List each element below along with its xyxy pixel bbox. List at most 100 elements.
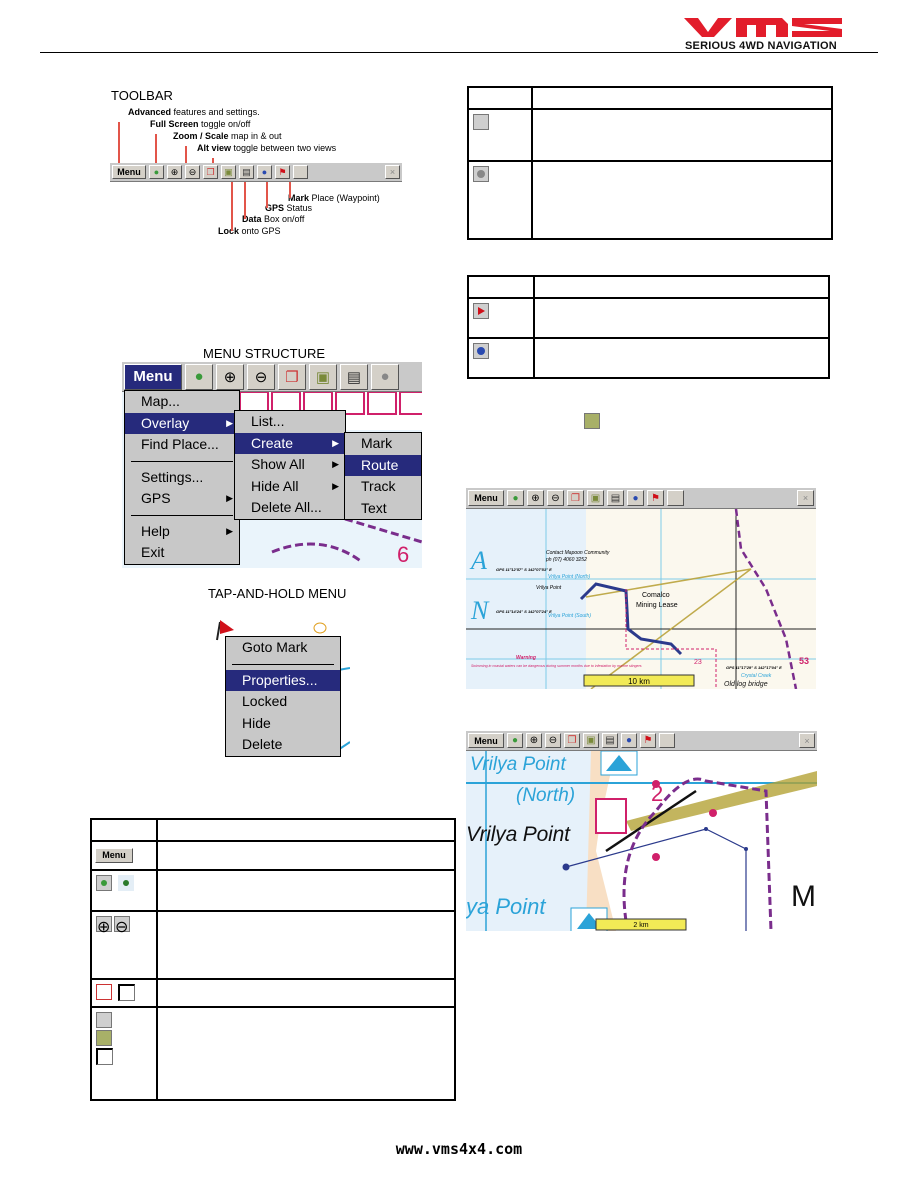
zoom-out-icon: ⊖ [551,492,560,504]
tap-menu-item-hide[interactable]: Hide [226,713,340,735]
map-screenshot-10km: Menu ● ⊕ ⊖ ❐ ▣ ▤ ● ⚑ × A N Contact Mapoon Communi… [466,488,816,689]
tap-menu-item-properties[interactable]: Properties... [226,669,340,691]
full-screen-button[interactable]: ● [507,733,523,748]
overlay-item-hide-all[interactable]: Hide All ▶ [235,476,345,498]
mark-flag-button[interactable]: ⚑ [275,165,290,179]
full-screen-button[interactable]: ● [185,363,213,390]
full-screen-button[interactable]: ● [507,490,524,506]
full-screen-button[interactable]: ● [149,165,164,179]
lock-active-icon [96,1048,113,1065]
gps-status-button[interactable]: ● [627,490,644,506]
menu-item-label: Create [251,434,294,451]
footer-url[interactable]: www.vms4x4.com [0,1140,918,1158]
gps-status-button[interactable]: ● [371,363,399,390]
zoom-out-button[interactable]: ⊖ [247,363,275,390]
map1-label: Vrilya Point (North) [548,574,590,580]
lock-gps-button[interactable]: ▣ [309,363,337,390]
menu-item-label: Delete [242,736,283,752]
menu-item-gps[interactable]: GPS ▶ [125,488,239,510]
tap-hold-screenshot: Goto Mark Properties... Locked Hide Delete [210,610,350,764]
alt-view-button[interactable]: ❐ [564,733,580,748]
data-box-button[interactable]: ▤ [239,165,254,179]
lock-on-icon [96,1030,112,1046]
lock-gps-button[interactable]: ▣ [583,733,599,748]
menu-item-settings[interactable]: Settings... [125,467,239,489]
lock-gps-button[interactable]: ▣ [587,490,604,506]
zoom-in-button[interactable]: ⊕ [526,733,542,748]
menu-item-overlay[interactable]: Overlay ▶ [125,412,239,434]
tap-menu-item-delete[interactable]: Delete [226,734,340,756]
map1-gps-label: GPS 11°12'57" S 142°07'51" E [496,567,552,572]
data-box-icon: ▤ [242,166,251,177]
submenu-arrow-icon: ▶ [332,459,339,469]
zoom-out-button[interactable]: ⊖ [185,165,200,179]
overlay-item-create[interactable]: Create ▶ [235,432,345,454]
annotation-text: features and settings. [171,107,260,117]
gps-status-button[interactable]: ● [257,165,272,179]
map1-label: 53 [799,656,809,666]
tap-hold-menu: Goto Mark Properties... Locked Hide Delete [225,636,341,757]
menu-item-label: GPS [141,490,171,506]
annotation-text: Status [284,203,313,213]
toolbar-annotation: Data Box on/off [242,214,304,224]
menu-item-map[interactable]: Map... [125,391,239,413]
toolbar-annotation: Full Screen toggle on/off [150,119,250,129]
data-box-button[interactable]: ▤ [602,733,618,748]
data-box-button[interactable]: ▤ [340,363,368,390]
data-box-icon: ▤ [610,492,621,504]
alt-view-button[interactable]: ❐ [203,165,218,179]
close-button[interactable]: × [797,490,814,506]
menu-button[interactable]: Menu [468,733,504,748]
alt-view-button[interactable]: ❐ [278,363,306,390]
logo-tagline: SERIOUS 4WD NAVIGATION [685,40,837,52]
gps-status-button[interactable]: ● [621,733,637,748]
zoom-in-icon: ⊕ [170,166,179,177]
overlay-item-list[interactable]: List... [235,411,345,433]
submenu-arrow-icon: ▶ [226,417,233,428]
blank-button[interactable] [667,490,684,506]
map2-canvas: 2 Vrilya Point (North) ya Point Vrilya P… [466,751,817,931]
lock-off-icon [96,1012,112,1028]
blank-button[interactable] [659,733,675,748]
tap-menu-item-locked[interactable]: Locked [226,691,340,713]
menu-item-label: Delete All... [251,499,322,515]
overlay-item-show-all[interactable]: Show All ▶ [235,454,345,476]
menu-item-label: Settings... [141,468,204,485]
close-button[interactable]: × [385,165,400,179]
data-box-button[interactable]: ▤ [607,490,624,506]
toolbar-annotation: Lock onto GPS [218,226,281,236]
create-item-track[interactable]: Track [345,476,421,498]
menu-button-sample: Menu [90,840,158,871]
mark-flag-button[interactable]: ⚑ [640,733,656,748]
zoom-in-button[interactable]: ⊕ [527,490,544,506]
mark-flag-icon: ⚑ [643,735,653,746]
map1-warning-text: Swimming in coastal waters can be danger… [471,664,642,668]
create-item-route[interactable]: Route [345,454,421,476]
zoom-in-icon: ⊕ [531,492,540,504]
lock-gps-button[interactable]: ▣ [221,165,236,179]
tap-menu-item-goto-mark[interactable]: Goto Mark [226,637,340,659]
create-item-text[interactable]: Text [345,498,421,520]
lock-gps-icon [584,413,600,429]
menu-item-find-place[interactable]: Find Place... [125,434,239,456]
annotation-keyword: Alt view [197,143,232,153]
create-item-mark[interactable]: Mark [345,433,421,455]
menu-button[interactable]: Menu [124,363,182,390]
blank-button[interactable] [293,165,308,179]
map2-label: ya Point [466,894,546,919]
menu-button[interactable]: Menu [468,490,504,506]
map1-label: ph (07) 4060 3252 [545,557,587,563]
zoom-out-button[interactable]: ⊖ [547,490,564,506]
overlay-item-delete-all[interactable]: Delete All... [235,497,345,519]
close-button[interactable]: × [799,733,815,748]
menu-button[interactable]: Menu [112,165,146,179]
alt-view-button[interactable]: ❐ [567,490,584,506]
mark-flag-button[interactable]: ⚑ [647,490,664,506]
zoom-in-button[interactable]: ⊕ [216,363,244,390]
zoom-in-button[interactable]: ⊕ [167,165,182,179]
menu-item-help[interactable]: Help ▶ [125,521,239,543]
zoom-out-button[interactable]: ⊖ [545,733,561,748]
menu-separator [131,460,233,462]
menu-item-label: Help [141,522,170,539]
menu-item-exit[interactable]: Exit [125,542,239,564]
